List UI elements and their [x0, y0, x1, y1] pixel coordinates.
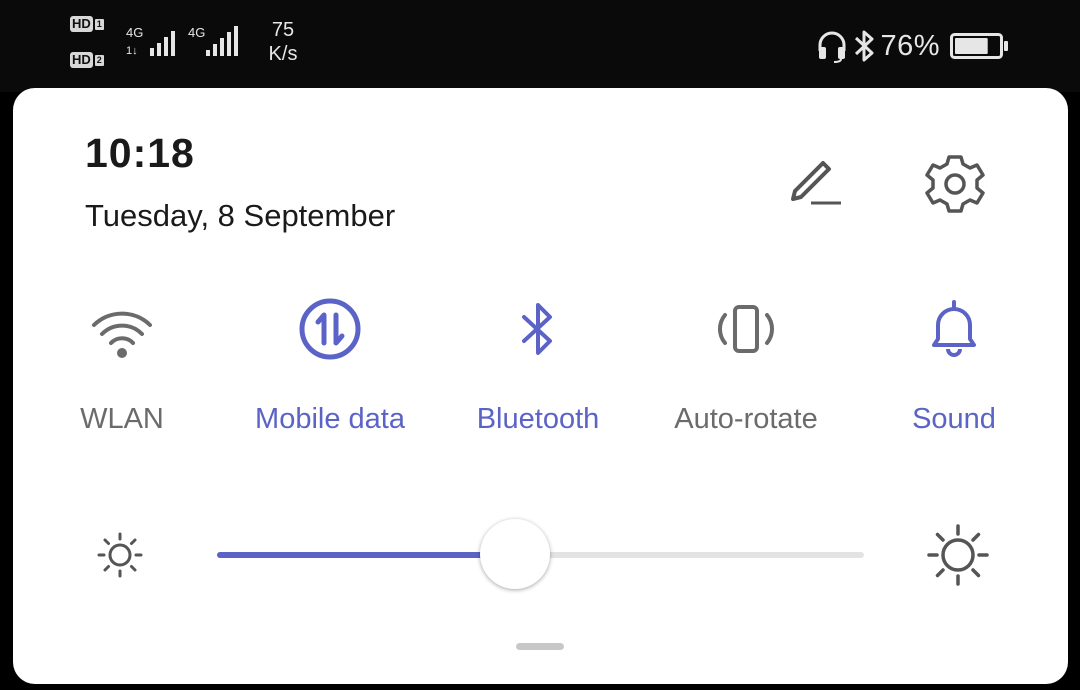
- tile-auto-rotate[interactable]: Auto-rotate: [646, 283, 846, 453]
- sim1-hd-label: HD: [70, 16, 93, 32]
- tile-label: Bluetooth: [476, 403, 600, 435]
- brightness-slider-thumb[interactable]: [479, 519, 550, 589]
- wifi-icon: [92, 311, 152, 358]
- bell-icon: [932, 300, 976, 357]
- clock-time: 10:18: [85, 130, 195, 176]
- battery-fill: [955, 38, 988, 54]
- network2-label: 4G: [188, 25, 205, 40]
- status-right-indicators: 76%: [816, 26, 1010, 66]
- tile-sound[interactable]: Sound: [854, 283, 1054, 453]
- signal-sim2-icon: 4G: [188, 25, 238, 56]
- bluetooth-status-icon: [855, 30, 874, 62]
- sim2-hd-badge: HD 2: [70, 52, 104, 68]
- speed-value: 75: [271, 19, 295, 41]
- sim2-index: 2: [94, 54, 104, 66]
- panel-drag-handle[interactable]: [516, 643, 564, 650]
- brightness-slider-fill: [217, 552, 515, 558]
- network-speed: 75 K/s: [258, 18, 308, 66]
- sim1-index: 1: [94, 18, 104, 30]
- network1-label: 4G: [126, 25, 143, 40]
- battery-percent: 76%: [880, 29, 940, 62]
- tile-mobile-data[interactable]: Mobile data: [230, 283, 430, 453]
- tile-label: Sound: [912, 403, 996, 435]
- settings-gear-icon: [925, 155, 985, 213]
- svg-text:1↓: 1↓: [126, 45, 138, 57]
- edit-tiles-button[interactable]: [783, 153, 847, 213]
- tile-label: WLAN: [80, 403, 164, 435]
- tile-label: Auto-rotate: [674, 403, 818, 435]
- sim2-hd-label: HD: [70, 52, 93, 68]
- auto-rotate-icon: [717, 305, 775, 353]
- brightness-high-icon: [927, 524, 989, 586]
- battery-icon: [950, 33, 1008, 59]
- quick-settings-panel: 10:18 Tuesday, 8 September WLAN Mobile d…: [13, 88, 1068, 684]
- tile-wlan[interactable]: WLAN: [22, 283, 222, 453]
- tile-bluetooth[interactable]: Bluetooth: [438, 283, 638, 453]
- tile-label: Mobile data: [255, 403, 405, 435]
- edit-pencil-icon: [791, 161, 841, 205]
- headset-icon: [818, 31, 846, 63]
- mobile-data-icon: [299, 298, 361, 360]
- clock-date: Tuesday, 8 September: [85, 198, 396, 233]
- status-bar: HD 1 HD 2 4G 1↓ 4G 75 K/s 76%: [0, 0, 1080, 92]
- sim1-hd-badge: HD 1: [70, 16, 104, 32]
- settings-button[interactable]: [923, 152, 987, 216]
- bluetooth-icon: [522, 303, 552, 355]
- brightness-slider[interactable]: [217, 519, 864, 589]
- speed-unit: K/s: [268, 43, 298, 65]
- signal-sim1-icon: 4G 1↓: [126, 25, 175, 57]
- brightness-low-icon: [97, 532, 143, 578]
